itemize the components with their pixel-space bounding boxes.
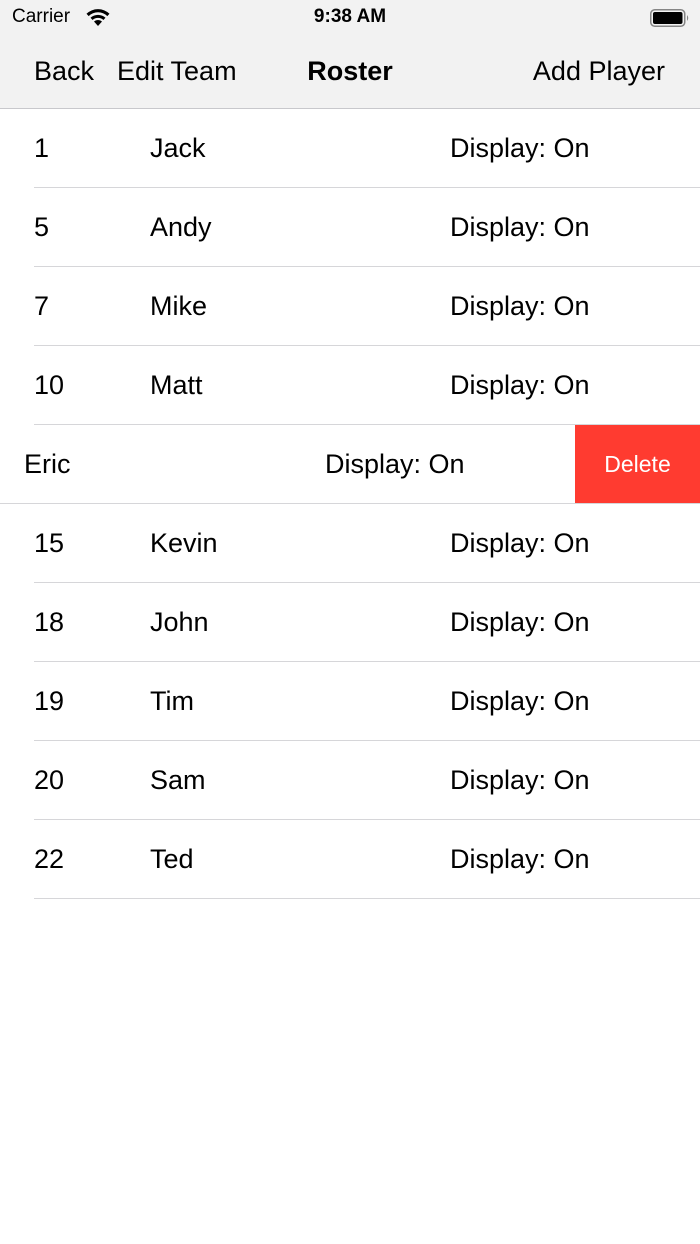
table-row[interactable]: 22 Ted Display: On (0, 820, 700, 899)
status-bar: Carrier 9:38 AM (0, 0, 700, 34)
player-number: 15 (34, 528, 65, 558)
add-player-button[interactable]: Add Player (533, 56, 665, 87)
display-status: Display: On (450, 765, 590, 795)
display-status: Display: On (450, 370, 590, 400)
roster-table: 1 Jack Display: On 5 Andy Display: On 7 … (0, 109, 700, 899)
row-separator (34, 898, 700, 899)
table-row[interactable]: 20 Sam Display: On (0, 741, 700, 820)
player-name: Mike (150, 291, 208, 321)
clock: 9:38 AM (313, 6, 387, 27)
table-row[interactable]: 19 Tim Display: On (0, 662, 700, 741)
navigation-bar: Back Edit Team Roster Add Player (0, 34, 700, 109)
display-status: Display: On (325, 449, 465, 479)
display-status: Display: On (450, 291, 590, 321)
delete-button[interactable]: Delete (575, 425, 700, 503)
table-row[interactable]: 15 Kevin Display: On (0, 504, 700, 583)
player-name: Jack (150, 133, 206, 163)
player-name: John (150, 607, 209, 637)
player-number: 5 (34, 212, 50, 242)
player-number: 7 (34, 291, 50, 321)
player-number: 22 (34, 844, 65, 874)
display-status: Display: On (450, 133, 590, 163)
display-status: Display: On (450, 212, 590, 242)
table-row[interactable]: 1 Jack Display: On (0, 109, 700, 188)
display-status: Display: On (450, 686, 590, 716)
player-name: Andy (150, 212, 212, 242)
player-number: 10 (34, 370, 65, 400)
display-status: Display: On (450, 607, 590, 637)
table-row[interactable]: 18 John Display: On (0, 583, 700, 662)
player-number: 1 (34, 133, 50, 163)
table-row-swiped[interactable]: Eric Display: On Delete (0, 425, 700, 504)
player-name: Ted (150, 844, 194, 874)
table-row[interactable]: 10 Matt Display: On (0, 346, 700, 425)
display-status: Display: On (450, 844, 590, 874)
player-number: 20 (34, 765, 65, 795)
player-name: Kevin (150, 528, 218, 558)
table-row[interactable]: 7 Mike Display: On (0, 267, 700, 346)
display-status: Display: On (450, 528, 590, 558)
player-number: 19 (34, 686, 65, 716)
player-name: Matt (150, 370, 203, 400)
player-name: Eric (24, 449, 71, 479)
battery-icon (650, 9, 689, 27)
table-row[interactable]: 5 Andy Display: On (0, 188, 700, 267)
player-name: Tim (150, 686, 194, 716)
player-number: 18 (34, 607, 65, 637)
player-name: Sam (150, 765, 206, 795)
